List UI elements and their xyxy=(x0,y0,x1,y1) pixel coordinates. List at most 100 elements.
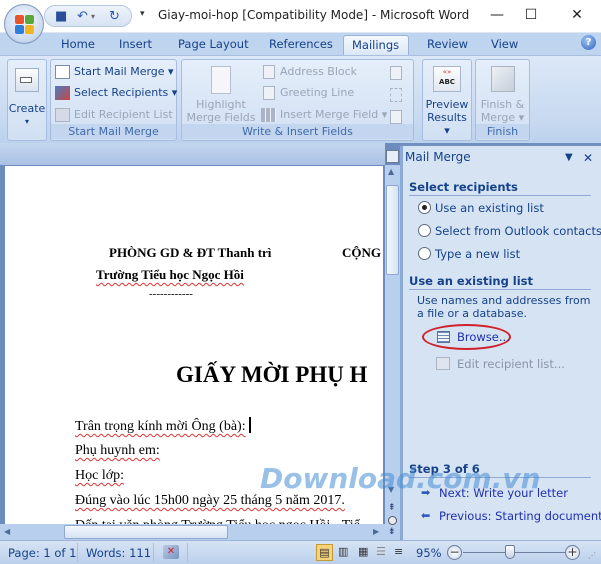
vertical-scrollbar[interactable]: ▲ ▼ ⇞ ⇟ xyxy=(385,165,400,540)
tab-view[interactable]: View xyxy=(483,35,526,55)
finish-group: Finish & Merge ▾ Finish xyxy=(475,59,530,141)
preview-results-button[interactable]: «» ABC Preview Results ▾ xyxy=(423,64,471,138)
previous-arrow-icon: ➡ xyxy=(421,509,431,522)
previous-page-icon[interactable]: ⇞ xyxy=(388,503,396,513)
select-recipients-button[interactable]: Select Recipients ▾ xyxy=(54,84,177,102)
next-step-link[interactable]: Next: Write your letter xyxy=(439,486,568,500)
view-ruler-icon[interactable] xyxy=(386,150,399,163)
tab-review[interactable]: Review xyxy=(419,35,476,55)
edit-recipient-list-button[interactable]: Edit Recipient List xyxy=(54,106,173,124)
insert-merge-field-icon xyxy=(261,108,276,122)
next-page-icon[interactable]: ⇟ xyxy=(388,527,396,537)
write-insert-fields-group: Highlight Merge Fields Address Block Gre… xyxy=(181,59,414,141)
radio-label: Select from Outlook contacts xyxy=(435,224,601,238)
redo-icon[interactable]: ↻ xyxy=(109,9,120,24)
pane-menu-icon[interactable]: ▼ xyxy=(565,152,573,163)
resize-grip-icon[interactable]: ⋰ xyxy=(588,551,596,560)
quick-access-toolbar: ■ ↶ ▾ ↻ xyxy=(44,5,132,27)
radio-selected-icon xyxy=(418,201,431,214)
undo-dropdown-icon[interactable]: ▾ xyxy=(91,12,95,21)
radio-type-new-list[interactable]: Type a new list xyxy=(418,246,520,262)
web-layout-icon[interactable]: ▦ xyxy=(358,545,368,558)
finish-merge-button[interactable]: Finish & Merge ▾ xyxy=(476,64,529,124)
full-screen-reading-icon[interactable]: ▥ xyxy=(338,545,348,558)
tab-mailings[interactable]: Mailings xyxy=(343,35,409,55)
office-logo-part xyxy=(25,25,34,34)
previous-step-link[interactable]: Previous: Starting document xyxy=(439,509,601,523)
select-recipients-label: Select Recipients ▾ xyxy=(74,86,178,99)
tab-page-layout[interactable]: Page Layout xyxy=(170,35,257,55)
next-arrow-icon: ➡ xyxy=(421,486,431,499)
proofing-errors-icon[interactable]: ✕ xyxy=(163,545,179,559)
status-divider xyxy=(77,543,78,562)
zoom-out-button[interactable]: − xyxy=(447,545,462,560)
radio-outlook-contacts[interactable]: Select from Outlook contacts xyxy=(418,223,601,239)
start-mail-merge-group-label: Start Mail Merge xyxy=(51,124,176,139)
tab-home[interactable]: Home xyxy=(53,35,103,55)
minimize-button[interactable]: — xyxy=(482,4,512,26)
select-browse-object-icon[interactable] xyxy=(388,516,397,525)
doc-line-class: Học lớp: xyxy=(75,468,125,483)
start-mail-merge-group: Start Mail Merge ▾ Select Recipients ▾ E… xyxy=(50,59,177,141)
doc-line-invite-text: Trân trọng kính mời Ông (bà): xyxy=(75,419,246,434)
maximize-button[interactable]: ☐ xyxy=(516,4,546,26)
customize-qat-icon[interactable]: ▾ xyxy=(140,9,145,19)
address-block-button[interactable]: Address Block xyxy=(260,63,357,81)
doc-line-department: PHÒNG GD & ĐT Thanh trì xyxy=(109,245,272,260)
browse-link[interactable]: Browse... xyxy=(457,330,510,344)
word-count[interactable]: Words: 111 xyxy=(86,546,151,560)
close-button[interactable]: ✕ xyxy=(562,4,592,26)
outline-view-icon[interactable]: ☰ xyxy=(376,545,386,558)
horizontal-scroll-thumb[interactable] xyxy=(64,525,228,539)
highlight-label-1: Highlight xyxy=(196,98,246,111)
scroll-down-icon[interactable]: ▼ xyxy=(388,485,394,494)
ribbon: Create ▾ Start Mail Merge ▾ Select Recip… xyxy=(0,55,601,143)
update-labels-icon[interactable] xyxy=(390,110,402,124)
save-icon[interactable]: ■ xyxy=(55,9,67,24)
start-mail-merge-button[interactable]: Start Mail Merge ▾ xyxy=(54,63,174,81)
doc-line-school: Trường Tiểu học Ngọc Hồi xyxy=(96,267,244,282)
doc-line-parent: Phụ huynh em: xyxy=(75,443,160,458)
edit-recipient-list-icon xyxy=(55,108,70,122)
match-fields-icon[interactable] xyxy=(390,88,402,102)
preview-label-2: Results ▾ xyxy=(427,111,467,137)
pane-close-icon[interactable]: ✕ xyxy=(583,151,593,165)
tab-insert[interactable]: Insert xyxy=(111,35,160,55)
preview-results-group: «» ABC Preview Results ▾ xyxy=(422,59,472,141)
vertical-scroll-thumb[interactable] xyxy=(386,185,399,275)
scroll-left-icon[interactable]: ◀ xyxy=(4,527,10,536)
office-logo-part xyxy=(25,15,34,24)
draft-view-icon[interactable]: ≡ xyxy=(394,545,403,558)
help-icon[interactable]: ? xyxy=(581,35,596,50)
zoom-level[interactable]: 95% xyxy=(416,546,442,560)
ribbon-tabs: Home Insert Page Layout References Maili… xyxy=(0,33,601,55)
select-recipients-heading: Select recipients xyxy=(409,180,591,196)
text-cursor xyxy=(248,417,251,433)
rules-icon[interactable] xyxy=(390,66,402,80)
status-divider xyxy=(187,543,188,562)
edit-recipient-list-link[interactable]: Edit recipient list... xyxy=(457,357,565,371)
scroll-up-icon[interactable]: ▲ xyxy=(388,167,394,176)
doc-line-header-right: CỘNG xyxy=(342,245,381,260)
document-page[interactable]: PHÒNG GD & ĐT Thanh trì CỘNG Trường Tiểu… xyxy=(5,166,383,524)
finish-merge-icon xyxy=(490,66,515,92)
highlight-merge-fields-button[interactable]: Highlight Merge Fields xyxy=(185,64,257,124)
radio-unselected-icon xyxy=(418,224,431,237)
page-count[interactable]: Page: 1 of 1 xyxy=(8,546,76,560)
greeting-line-icon xyxy=(263,86,275,100)
create-button[interactable]: Create ▾ xyxy=(8,64,46,140)
horizontal-scrollbar[interactable]: ◀ ▶ xyxy=(0,524,385,540)
office-button[interactable] xyxy=(4,4,44,44)
zoom-in-button[interactable]: + xyxy=(565,545,580,560)
radio-use-existing-list[interactable]: Use an existing list xyxy=(418,200,544,216)
greeting-line-button[interactable]: Greeting Line xyxy=(260,84,354,102)
zoom-slider-thumb[interactable] xyxy=(505,545,515,559)
print-layout-view-icon[interactable]: ▤ xyxy=(316,544,333,561)
edit-recipient-list-icon xyxy=(436,357,450,370)
tab-references[interactable]: References xyxy=(261,35,341,55)
create-dropdown-icon: ▾ xyxy=(24,117,29,126)
insert-merge-field-button[interactable]: Insert Merge Field ▾ xyxy=(260,106,387,124)
scroll-right-icon[interactable]: ▶ xyxy=(373,527,379,536)
undo-icon[interactable]: ↶ xyxy=(77,9,88,24)
finish-label-1: Finish & xyxy=(480,98,525,111)
